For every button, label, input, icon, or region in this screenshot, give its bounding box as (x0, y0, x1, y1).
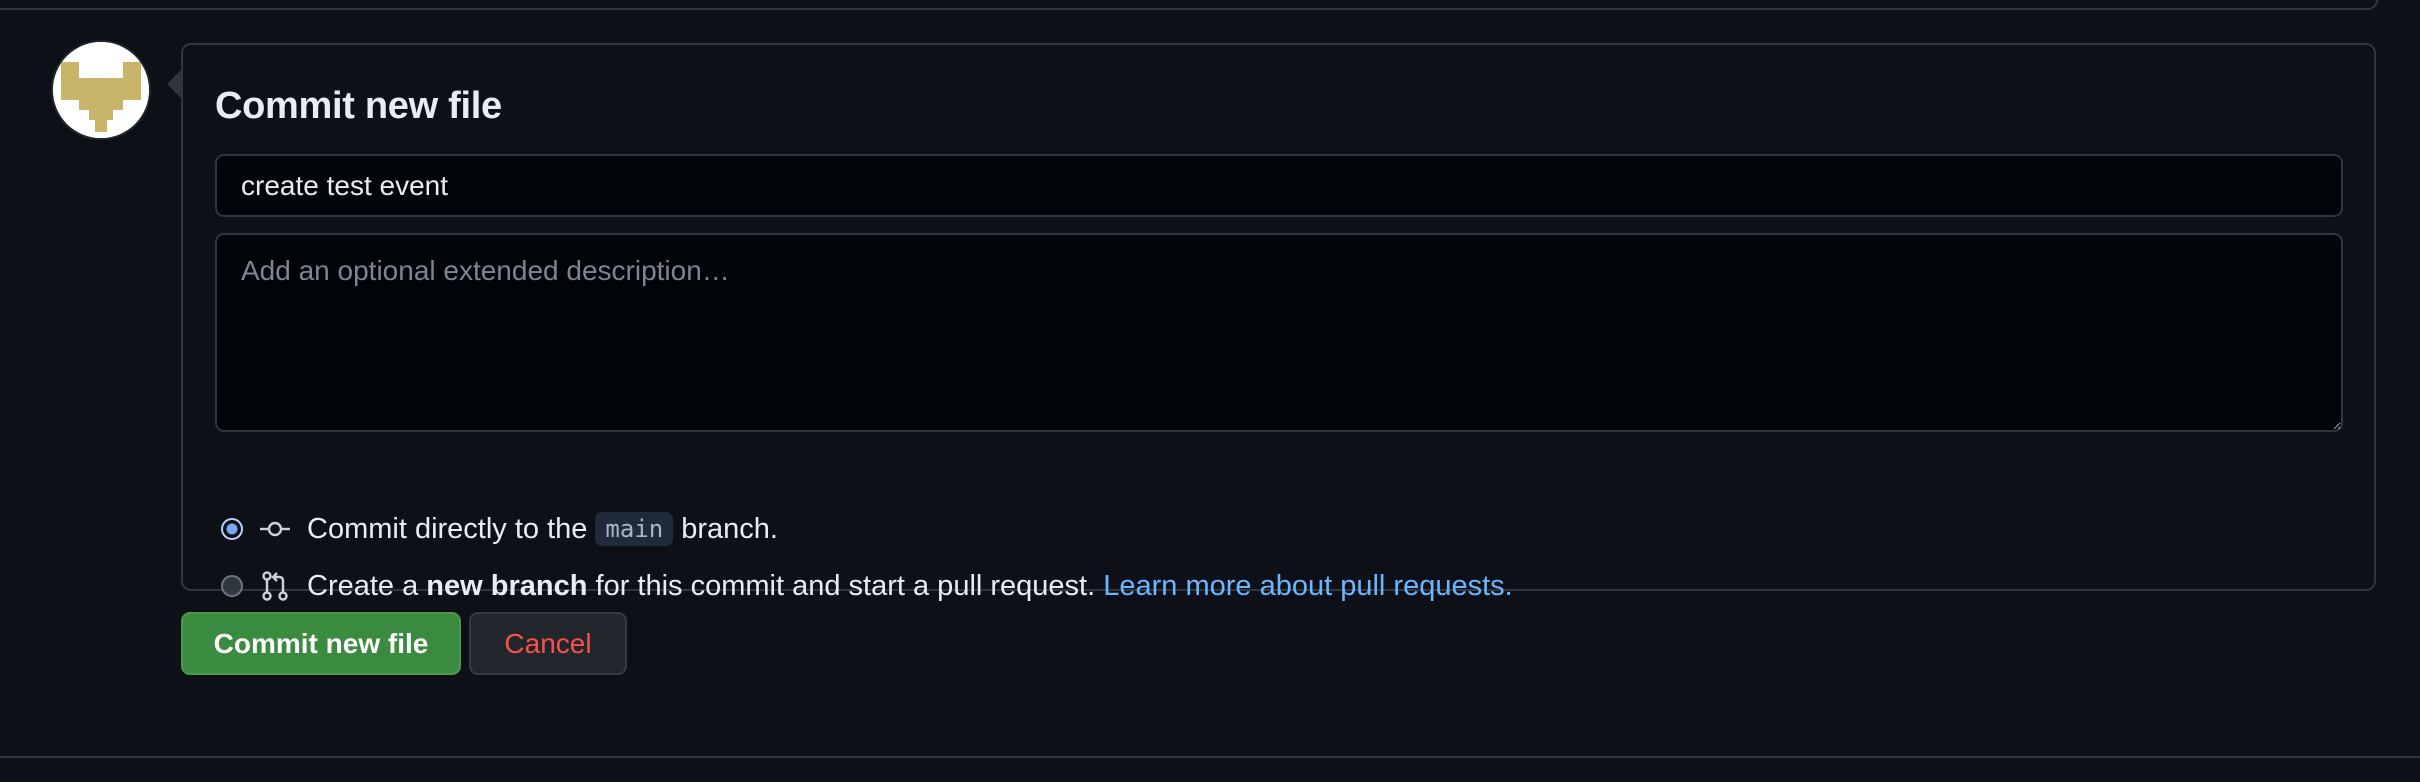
footer-divider (0, 756, 2420, 758)
avatar (53, 42, 149, 138)
commit-new-file-button[interactable]: Commit new file (181, 612, 461, 675)
new-branch-suffix: for this commit and start a pull request… (595, 569, 1096, 602)
new-branch-prefix: Create a (307, 569, 419, 602)
git-pull-request-icon (259, 570, 291, 602)
commit-summary-input[interactable] (215, 154, 2343, 217)
pull-requests-help-link[interactable]: Learn more about pull requests. (1103, 570, 1512, 603)
commit-direct-radio[interactable] (221, 518, 243, 540)
panel-pointer (167, 70, 181, 98)
identicon-avatar-icon (53, 42, 149, 138)
git-commit-icon (259, 513, 291, 545)
previous-panel-edge (0, 0, 2378, 10)
new-branch-radio[interactable] (221, 575, 243, 597)
cancel-button[interactable]: Cancel (469, 612, 627, 675)
new-branch-bold: new branch (426, 569, 588, 602)
commit-form-panel: Commit new file Commit directly to the m… (181, 43, 2376, 602)
commit-direct-suffix: branch. (681, 512, 778, 545)
commit-direct-prefix: Commit directly to the (307, 512, 588, 545)
branch-name-code: main (595, 512, 674, 546)
commit-description-textarea[interactable] (215, 233, 2343, 432)
new-branch-option[interactable]: Create a new branch for this commit and … (221, 564, 1513, 608)
commit-direct-option[interactable]: Commit directly to the main branch. (221, 507, 778, 551)
page-title: Commit new file (215, 85, 502, 127)
